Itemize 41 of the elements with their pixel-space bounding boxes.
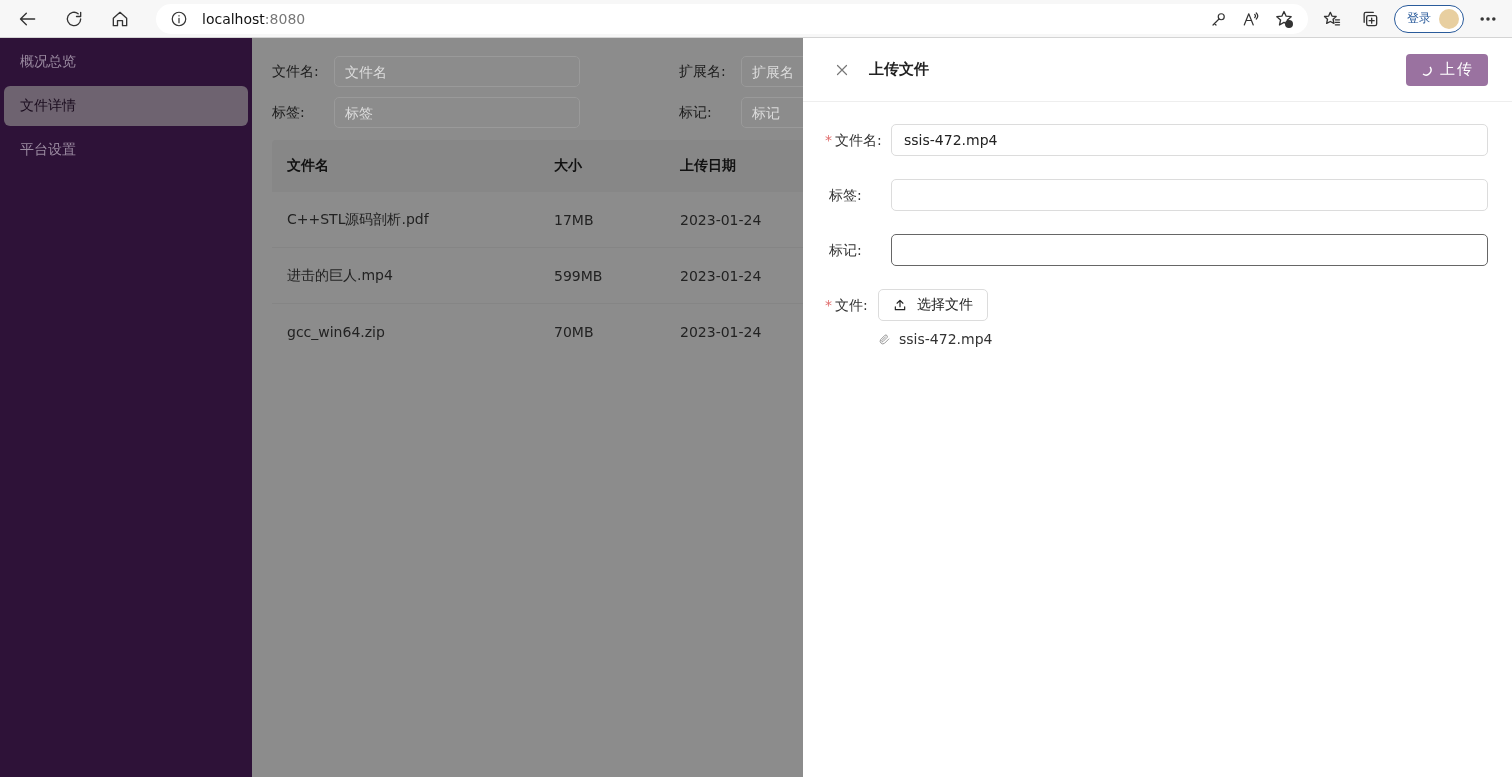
star-plus-icon[interactable] xyxy=(1274,8,1294,29)
required-mark: * xyxy=(825,296,832,315)
field-label: 标记: xyxy=(829,241,862,260)
info-icon xyxy=(170,9,188,28)
field-label: 标记: xyxy=(679,103,713,122)
field-label: 扩展名: xyxy=(679,62,727,81)
input-field[interactable]: ssis-472.mp4 xyxy=(891,124,1488,156)
column-header: 文件名 xyxy=(287,157,330,175)
table-cell-text: gcc_win64.zip xyxy=(287,324,386,340)
field-label: 文件: xyxy=(835,296,868,315)
table-cell-text: 进击的巨人.mp4 xyxy=(287,266,394,285)
filter-field[interactable]: 标签 xyxy=(334,97,580,128)
table-cell-text: 2023-01-24 xyxy=(680,211,763,228)
sidebar-item[interactable]: 概况总览 xyxy=(4,42,248,82)
address-bar[interactable]: localhost:8080 xyxy=(156,3,1308,34)
filter-field[interactable]: 扩展名 xyxy=(741,56,803,87)
table-cell-text: 70MB xyxy=(554,324,595,340)
upload-button[interactable]: 上传 xyxy=(1406,53,1488,86)
paperclip-icon xyxy=(878,332,891,346)
url-text[interactable]: localhost:8080 xyxy=(202,10,1196,27)
field-label: 文件名: xyxy=(835,131,882,150)
table-cell-text: 17MB xyxy=(554,211,595,228)
field-label: 文件名: xyxy=(272,62,320,81)
column-header: 大小 xyxy=(554,157,583,175)
sidebar-item[interactable]: 平台设置 xyxy=(4,130,248,170)
choose-file-button[interactable]: 选择文件 xyxy=(878,289,988,321)
column-header: 上传日期 xyxy=(680,157,737,175)
table-cell-text: 599MB xyxy=(554,267,604,284)
table-cell-text: C++STL源码剖析.pdf xyxy=(287,210,430,229)
field-label: 标签: xyxy=(829,186,862,205)
filter-field[interactable]: 标记 xyxy=(741,97,803,128)
table-cell-text: 2023-01-24 xyxy=(680,324,763,340)
required-mark: * xyxy=(825,131,832,150)
upload-icon xyxy=(893,298,907,312)
read-aloud-icon[interactable] xyxy=(1242,9,1260,28)
login-button[interactable]: 登录 xyxy=(1394,4,1464,33)
field-label: 标签: xyxy=(272,103,306,122)
file-name[interactable]: ssis-472.mp4 xyxy=(899,331,993,347)
filter-field[interactable]: 文件名 xyxy=(334,56,580,87)
table-cell-text: 2023-01-24 xyxy=(680,267,763,284)
drawer-title: 上传文件 xyxy=(869,60,930,79)
